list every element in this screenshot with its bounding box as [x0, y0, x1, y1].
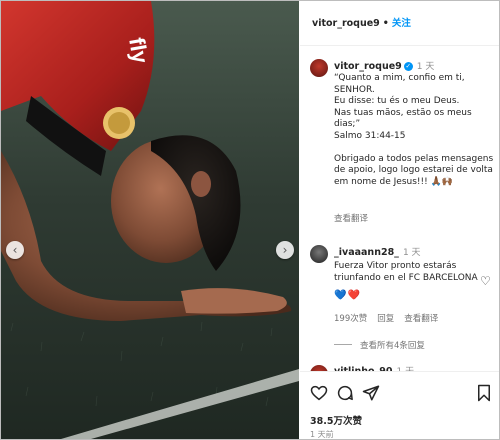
post-likes-count[interactable]: 38.5万次赞: [310, 413, 362, 427]
photo-illustration: fly: [1, 1, 299, 439]
post-timestamp[interactable]: 1 天前: [310, 429, 334, 439]
commenter-username-link[interactable]: _ivaaann28_: [334, 247, 399, 258]
caption-timestamp[interactable]: 1 天: [417, 62, 435, 72]
caption-line: “Quanto a mim, confio em ti, SENHOR.: [334, 73, 465, 95]
previous-photo-button[interactable]: ‹: [6, 241, 24, 259]
post-footer: 38.5万次赞 1 天前: [300, 371, 499, 439]
jersey-sponsor-text: fly: [124, 36, 153, 66]
caption-line: Obrigado a todos pelas mensagens de apoi…: [334, 153, 494, 187]
next-comment-clip: vitlinho_901 天: [300, 361, 499, 371]
comment-timestamp[interactable]: 1 天: [403, 248, 421, 258]
author-username-link[interactable]: vitor_roque9: [312, 18, 380, 29]
replies-line-divider: [334, 344, 352, 345]
comment-actions: 199次赞 回复 查看翻译: [334, 312, 448, 324]
caption-header: vitor_roque9 ✓ 1 天: [334, 59, 434, 72]
caption-username-link[interactable]: vitor_roque9: [334, 61, 402, 72]
commenter-avatar[interactable]: [310, 245, 328, 263]
like-heart-icon[interactable]: [310, 384, 328, 402]
view-replies-label: 查看所有4条回复: [360, 341, 425, 351]
caption-line: Eu disse: tu és o meu Deus.: [334, 96, 460, 107]
post-header: vitor_roque9 • 关注: [300, 1, 499, 46]
comment-reply-button[interactable]: 回复: [377, 314, 394, 324]
action-icons: [310, 384, 495, 406]
caption-line: Nas tuas mãos, estão os meus dias;”: [334, 107, 472, 130]
author-avatar[interactable]: [310, 59, 328, 77]
comment-text: Fuerza Vitor pronto estarás triunfando e…: [334, 261, 478, 283]
view-replies-button[interactable]: 查看所有4条回复: [334, 339, 425, 351]
comment-emojis: 💙❤️: [334, 290, 361, 301]
follow-button[interactable]: 关注: [392, 18, 411, 29]
next-comment-header: vitlinho_901 天: [334, 364, 414, 371]
instagram-post-window: fly ‹ › vitor_roque9 • 关注 vitor_roque9 ✓ 1 天…: [0, 0, 500, 440]
comment-header: _ivaaann28_ 1 天: [334, 245, 421, 258]
caption-line: Salmo 31:44-15: [334, 130, 406, 141]
caption-translate-link[interactable]: 查看翻译: [334, 212, 368, 224]
verified-badge-icon: ✓: [403, 62, 413, 71]
comment-like-heart-icon[interactable]: ♡: [480, 274, 491, 288]
next-photo-button[interactable]: ›: [276, 241, 294, 259]
post-photo[interactable]: fly ‹ ›: [1, 1, 299, 439]
comment-likes-count[interactable]: 199次赞: [334, 314, 367, 324]
caption-text: “Quanto a mim, confio em ti, SENHOR. Eu …: [334, 73, 494, 188]
comment-bubble-icon[interactable]: [336, 384, 354, 402]
share-plane-icon[interactable]: [362, 384, 380, 402]
separator-dot: •: [382, 18, 389, 29]
comment-translate-link[interactable]: 查看翻译: [404, 314, 438, 324]
post-header-user: vitor_roque9 • 关注: [312, 15, 411, 29]
post-side-panel: vitor_roque9 • 关注 vitor_roque9 ✓ 1 天 “Quanto…: [300, 1, 499, 439]
bookmark-icon[interactable]: [476, 384, 492, 402]
